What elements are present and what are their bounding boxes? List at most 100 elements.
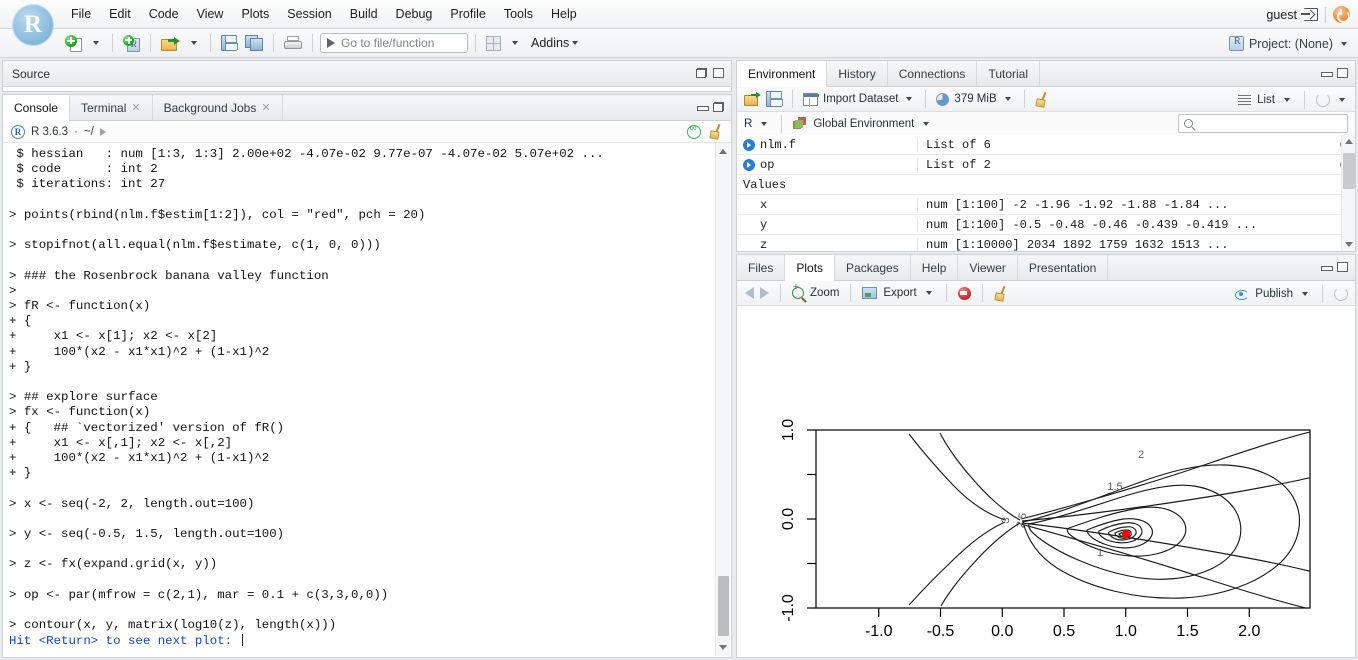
environment-window-controls — [1321, 68, 1348, 78]
plots-minimize-icon[interactable] — [1321, 262, 1331, 272]
save-button[interactable] — [218, 32, 240, 55]
power-icon[interactable] — [1333, 6, 1350, 23]
broom-icon[interactable] — [1035, 92, 1049, 107]
open-file-button[interactable] — [158, 32, 183, 55]
table-row[interactable]: nlm.f List of 6 — [737, 135, 1355, 155]
environment-maximize-icon[interactable] — [1337, 68, 1348, 78]
chevron-down-icon[interactable] — [906, 97, 912, 101]
broom-icon[interactable] — [994, 286, 1008, 301]
chevron-down-icon[interactable] — [923, 122, 929, 126]
menu-edit[interactable]: Edit — [100, 3, 140, 26]
menu-help[interactable]: Help — [542, 3, 586, 26]
menu-debug[interactable]: Debug — [387, 3, 442, 26]
working-directory-label[interactable]: ~/ — [84, 126, 94, 138]
source-maximize-icon[interactable] — [713, 68, 724, 78]
menu-file[interactable]: File — [62, 3, 100, 26]
menu-view[interactable]: View — [188, 3, 233, 26]
refresh-icon[interactable] — [1334, 287, 1348, 301]
memory-usage-label[interactable]: 379 MiB — [954, 93, 996, 105]
broom-icon[interactable] — [709, 124, 723, 139]
source-restore-icon[interactable] — [696, 68, 707, 78]
environment-minimize-icon[interactable] — [1321, 68, 1331, 78]
export-label[interactable]: Export — [883, 287, 916, 299]
menu-plots[interactable]: Plots — [232, 3, 278, 26]
table-row[interactable]: z num [1:10000] 2034 1892 1759 1632 1513… — [737, 235, 1355, 251]
tab-background-jobs[interactable]: Background Jobs ✕ — [153, 95, 283, 121]
scrollbar-thumb[interactable] — [1343, 153, 1355, 189]
console-scrollbar[interactable] — [715, 143, 730, 656]
publish-label[interactable]: Publish — [1255, 288, 1293, 300]
menu-profile[interactable]: Profile — [441, 3, 494, 26]
tab-viewer[interactable]: Viewer — [958, 255, 1017, 281]
language-selector-label[interactable]: R — [744, 118, 752, 130]
zoom-label[interactable]: Zoom — [810, 287, 839, 299]
tab-tutorial[interactable]: Tutorial — [977, 61, 1040, 87]
remove-plot-icon[interactable] — [958, 287, 971, 300]
tab-history[interactable]: History — [827, 61, 887, 87]
tab-connections[interactable]: Connections — [888, 61, 978, 87]
save-workspace-icon[interactable] — [766, 91, 782, 107]
menu-build[interactable]: Build — [341, 3, 387, 26]
console-output[interactable]: $ hessian : num [1:3, 1:3] 2.00e+02 -4.0… — [3, 143, 731, 657]
menu-tools[interactable]: Tools — [495, 3, 542, 26]
goto-file-function-input[interactable]: Go to file/function — [320, 33, 468, 53]
expand-icon[interactable] — [743, 139, 755, 151]
project-selector[interactable]: Project: (None) — [1229, 29, 1350, 58]
chevron-down-icon[interactable] — [1005, 97, 1011, 101]
plot-canvas[interactable]: 1.0 0.0 -1.0 -1.0 -0.5 0.0 — [737, 306, 1355, 657]
panes-layout-dropdown[interactable] — [506, 32, 524, 55]
environment-scrollbar[interactable] — [1341, 135, 1355, 251]
new-file-dropdown[interactable] — [87, 32, 105, 55]
load-workspace-icon[interactable] — [744, 92, 761, 106]
scope-selector-label[interactable]: Global Environment — [813, 118, 914, 130]
environment-search-input[interactable] — [1178, 114, 1348, 133]
scroll-up-icon[interactable] — [1345, 139, 1353, 144]
scroll-down-icon[interactable] — [718, 642, 729, 653]
chevron-down-icon[interactable] — [1284, 98, 1290, 102]
scroll-down-icon[interactable] — [1345, 242, 1353, 247]
signout-icon[interactable] — [1304, 8, 1318, 21]
tab-environment[interactable]: Environment — [737, 61, 827, 87]
tab-connections-label: Connections — [899, 67, 966, 81]
open-file-dropdown[interactable] — [185, 32, 203, 55]
scroll-up-icon[interactable] — [718, 146, 729, 157]
tab-files[interactable]: Files — [737, 255, 785, 281]
tab-help[interactable]: Help — [911, 255, 959, 281]
x-tick-label-1: -0.5 — [927, 623, 955, 640]
plots-maximize-icon[interactable] — [1337, 262, 1348, 272]
arrow-right-icon[interactable] — [760, 287, 769, 299]
chevron-down-icon[interactable] — [926, 291, 932, 295]
tab-console[interactable]: Console — [3, 95, 70, 121]
open-directory-icon[interactable] — [100, 128, 106, 136]
arrow-left-icon[interactable] — [745, 287, 754, 299]
table-row[interactable]: y num [1:100] -0.5 -0.48 -0.46 -0.439 -0… — [737, 215, 1355, 235]
refresh-icon[interactable] — [1316, 93, 1330, 107]
menu-session[interactable]: Session — [278, 3, 340, 26]
close-icon[interactable]: ✕ — [261, 101, 270, 114]
contour-label-2: 2 — [1138, 449, 1144, 461]
print-button[interactable] — [281, 32, 305, 55]
new-file-button[interactable] — [62, 32, 85, 55]
new-project-button[interactable] — [120, 32, 143, 55]
save-all-button[interactable] — [242, 32, 266, 55]
panes-layout-button[interactable] — [483, 32, 504, 55]
tab-packages[interactable]: Packages — [835, 255, 911, 281]
close-icon[interactable]: ✕ — [131, 101, 140, 114]
console-maximize-icon[interactable] — [713, 102, 724, 112]
table-row[interactable]: x num [1:100] -2 -1.96 -1.92 -1.88 -1.84… — [737, 195, 1355, 215]
addins-button[interactable]: Addins — [526, 32, 584, 55]
chevron-down-icon[interactable] — [761, 122, 767, 126]
menu-code[interactable]: Code — [140, 3, 188, 26]
table-row[interactable]: op List of 2 — [737, 155, 1355, 175]
scrollbar-thumb[interactable] — [718, 576, 729, 636]
expand-icon[interactable] — [743, 159, 755, 171]
chevron-down-icon[interactable] — [1339, 98, 1345, 102]
view-mode-label[interactable]: List — [1257, 94, 1275, 106]
import-dataset-label[interactable]: Import Dataset — [823, 93, 898, 105]
tab-plots[interactable]: Plots — [785, 255, 835, 281]
chevron-down-icon[interactable] — [1302, 292, 1308, 296]
interrupt-icon[interactable] — [687, 125, 701, 139]
tab-terminal[interactable]: Terminal ✕ — [70, 95, 153, 121]
tab-presentation[interactable]: Presentation — [1018, 255, 1108, 281]
console-minimize-icon[interactable] — [697, 102, 707, 112]
